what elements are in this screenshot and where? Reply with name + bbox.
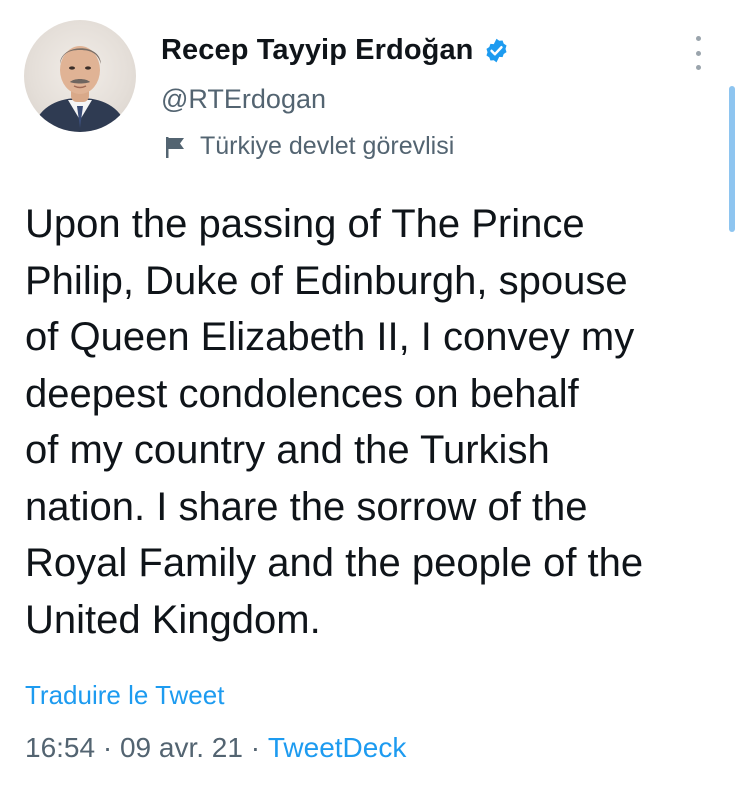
tweet-text: Upon the passing of The Prince Philip, D… (25, 202, 644, 642)
tweet-metadata: 16:54 · 09 avr. 21 · TweetDeck (25, 732, 406, 764)
author-name-row[interactable]: Recep Tayyip Erdoğan (161, 30, 510, 70)
flag-icon (164, 135, 186, 159)
tweet-time[interactable]: 16:54 (25, 732, 95, 764)
meta-separator: · (95, 732, 120, 763)
author-handle[interactable]: @RTErdogan (161, 84, 326, 115)
more-vertical-icon (695, 36, 701, 41)
tweet-date[interactable]: 09 avr. 21 (120, 732, 243, 764)
author-display-name[interactable]: Recep Tayyip Erdoğan (161, 34, 474, 67)
avatar-photo (32, 46, 128, 132)
more-options-button[interactable] (684, 36, 712, 70)
translate-tweet-link[interactable]: Traduire le Tweet (25, 680, 224, 711)
author-label-text: Türkiye devlet görevlisi (200, 132, 455, 160)
tweet-source-link[interactable]: TweetDeck (268, 732, 407, 764)
avatar[interactable] (24, 20, 136, 132)
meta-separator: · (242, 732, 268, 763)
verified-badge-icon (483, 37, 510, 64)
author-label: Türkiye devlet görevlisi (164, 132, 454, 161)
scrollbar[interactable] (729, 86, 735, 232)
